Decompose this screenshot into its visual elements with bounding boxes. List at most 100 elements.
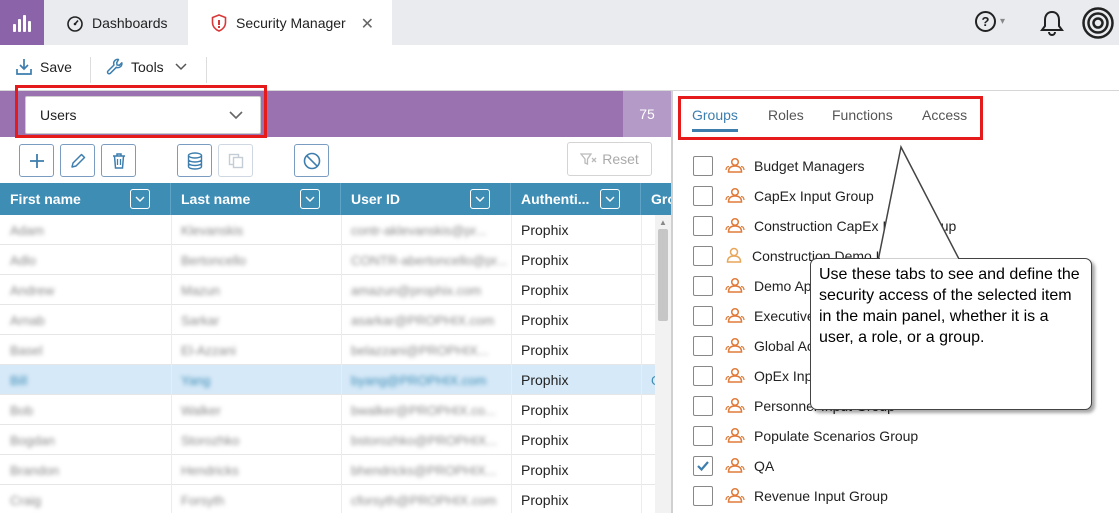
disable-button[interactable] <box>294 144 329 177</box>
group-checkbox[interactable] <box>693 216 713 236</box>
group-checkbox[interactable] <box>693 366 713 386</box>
wrench-icon <box>106 58 123 75</box>
tools-label: Tools <box>131 59 164 75</box>
column-filter-icon[interactable] <box>470 189 490 209</box>
column-divider <box>641 335 642 365</box>
list-item[interactable]: Revenue Input Group <box>693 481 888 511</box>
column-divider <box>171 395 172 425</box>
grid-scrollbar[interactable]: ▲ <box>655 215 671 513</box>
toolbar-divider <box>206 57 207 83</box>
callout-tooltip: Use these tabs to see and define the sec… <box>810 258 1092 410</box>
main-panel: Users 75 Reset First name Last name User… <box>0 85 671 513</box>
group-checkbox[interactable] <box>693 276 713 296</box>
save-button[interactable]: Save <box>14 57 72 77</box>
table-row[interactable]: Adlo Bertoncello CONTR-abertoncello@pr... P… <box>0 245 655 275</box>
group-label: OpEx Inp <box>754 368 813 384</box>
checkmark-icon <box>697 461 709 472</box>
list-item[interactable]: Global Ac <box>693 331 814 361</box>
help-menu[interactable]: ? ▾ <box>975 11 1005 32</box>
reset-label: Reset <box>602 151 639 167</box>
list-item[interactable]: OpEx Inp <box>693 361 812 391</box>
group-icon <box>725 307 745 326</box>
edit-button[interactable] <box>60 144 95 177</box>
group-checkbox[interactable] <box>693 486 713 506</box>
cell-authentication: Prophix <box>521 372 569 388</box>
callout-text: Use these tabs to see and define the sec… <box>819 266 1080 346</box>
group-icon <box>725 217 745 236</box>
cell-last-name: Forsyth <box>181 492 225 508</box>
table-row[interactable]: Craig Forsyth cforsyth@PROPHIX.com Prophix <box>0 485 655 513</box>
cell-last-name: Bertoncello <box>181 252 247 268</box>
table-row[interactable]: BillYangbyang@PROPHIX.comProphixG <box>0 365 661 395</box>
list-item[interactable]: QA <box>693 451 774 481</box>
group-icon <box>725 157 745 176</box>
group-icon <box>725 187 745 206</box>
highlight-box-tabs <box>678 96 983 140</box>
group-checkbox[interactable] <box>693 306 713 326</box>
table-row[interactable]: Bogdan Storozhko bstorozhko@PROPHIX... Prop… <box>0 425 655 455</box>
group-icon <box>725 337 745 356</box>
column-filter-icon[interactable] <box>600 189 620 209</box>
delete-button[interactable] <box>101 144 136 177</box>
table-row[interactable]: Andrew Mazun amazun@prophix.com Prophix <box>0 275 655 305</box>
table-row[interactable]: Arnab Sarkar asarkar@PROPHIX.com Prophix <box>0 305 655 335</box>
list-item[interactable]: CapEx Input Group <box>693 181 874 211</box>
tools-menu-button[interactable]: Tools <box>105 57 194 77</box>
column-divider <box>341 485 342 513</box>
table-row[interactable]: Bob Walker bwalker@PROPHIX.co... Prophix <box>0 395 655 425</box>
column-header-last-name[interactable]: Last name <box>171 183 341 215</box>
user-avatar-icon[interactable] <box>1082 7 1114 39</box>
group-checkbox[interactable] <box>693 426 713 446</box>
list-item[interactable]: Populate Scenarios Group <box>693 421 918 451</box>
table-row[interactable]: Adam Klevanskis contr-aklevanskis@pr... Pro… <box>0 215 655 245</box>
column-divider <box>171 335 172 365</box>
group-label: Demo Ap <box>754 278 812 294</box>
group-checkbox[interactable] <box>693 186 713 206</box>
cell-user-id: contr-aklevanskis@pr... <box>351 222 487 238</box>
tab-dashboards[interactable]: Dashboards <box>44 0 188 45</box>
database-button[interactable] <box>177 144 212 177</box>
group-icon <box>725 397 745 416</box>
column-header-first-name[interactable]: First name <box>0 183 171 215</box>
list-item[interactable]: Budget Managers <box>693 151 865 181</box>
column-header-groups[interactable]: Gro <box>641 183 671 215</box>
table-row[interactable]: Brandon Hendricks bhendricks@PROPHIX... Pro… <box>0 455 655 485</box>
plus-icon <box>29 153 44 168</box>
list-item[interactable]: Demo Ap <box>693 271 812 301</box>
tab-security-manager[interactable]: Security Manager ✕ <box>188 0 392 45</box>
copy-button[interactable] <box>218 144 253 177</box>
bell-icon[interactable] <box>1037 8 1067 38</box>
list-item[interactable]: Construction CapEx Input Group <box>693 211 956 241</box>
group-checkbox[interactable] <box>693 396 713 416</box>
column-filter-icon[interactable] <box>300 189 320 209</box>
add-button[interactable] <box>19 144 54 177</box>
list-item[interactable]: Executive <box>693 301 815 331</box>
group-icon <box>725 487 745 506</box>
pencil-icon <box>70 153 85 168</box>
column-divider <box>641 485 642 513</box>
cell-last-name: Hendricks <box>181 462 239 478</box>
group-label: Populate Scenarios Group <box>754 428 919 444</box>
cell-user-id: bhendricks@PROPHIX... <box>351 462 497 478</box>
scroll-up-icon[interactable]: ▲ <box>659 218 667 227</box>
trash-icon <box>112 152 125 169</box>
column-header-authentication[interactable]: Authenti... <box>511 183 641 215</box>
scrollbar-thumb[interactable] <box>658 229 668 321</box>
column-divider <box>171 425 172 455</box>
group-checkbox[interactable] <box>693 156 713 176</box>
grid-body: Adam Klevanskis contr-aklevanskis@pr... Pro… <box>0 215 661 513</box>
column-header-user-id[interactable]: User ID <box>341 183 511 215</box>
reset-filter-button[interactable]: Reset <box>567 142 652 176</box>
close-icon[interactable]: ✕ <box>361 14 374 34</box>
cell-last-name: El-Azzani <box>181 342 236 358</box>
group-checkbox[interactable] <box>693 336 713 356</box>
column-filter-icon[interactable] <box>130 189 150 209</box>
group-checkbox[interactable] <box>693 246 713 266</box>
column-divider <box>511 245 512 275</box>
cell-authentication: Prophix <box>521 492 569 508</box>
group-checkbox[interactable] <box>693 456 713 476</box>
table-row[interactable]: Basel El-Azzani belazzani@PROPHIX... Prophi… <box>0 335 655 365</box>
group-label: Revenue Input Group <box>754 488 888 504</box>
column-divider <box>511 365 512 395</box>
app-logo-icon[interactable] <box>0 0 44 45</box>
